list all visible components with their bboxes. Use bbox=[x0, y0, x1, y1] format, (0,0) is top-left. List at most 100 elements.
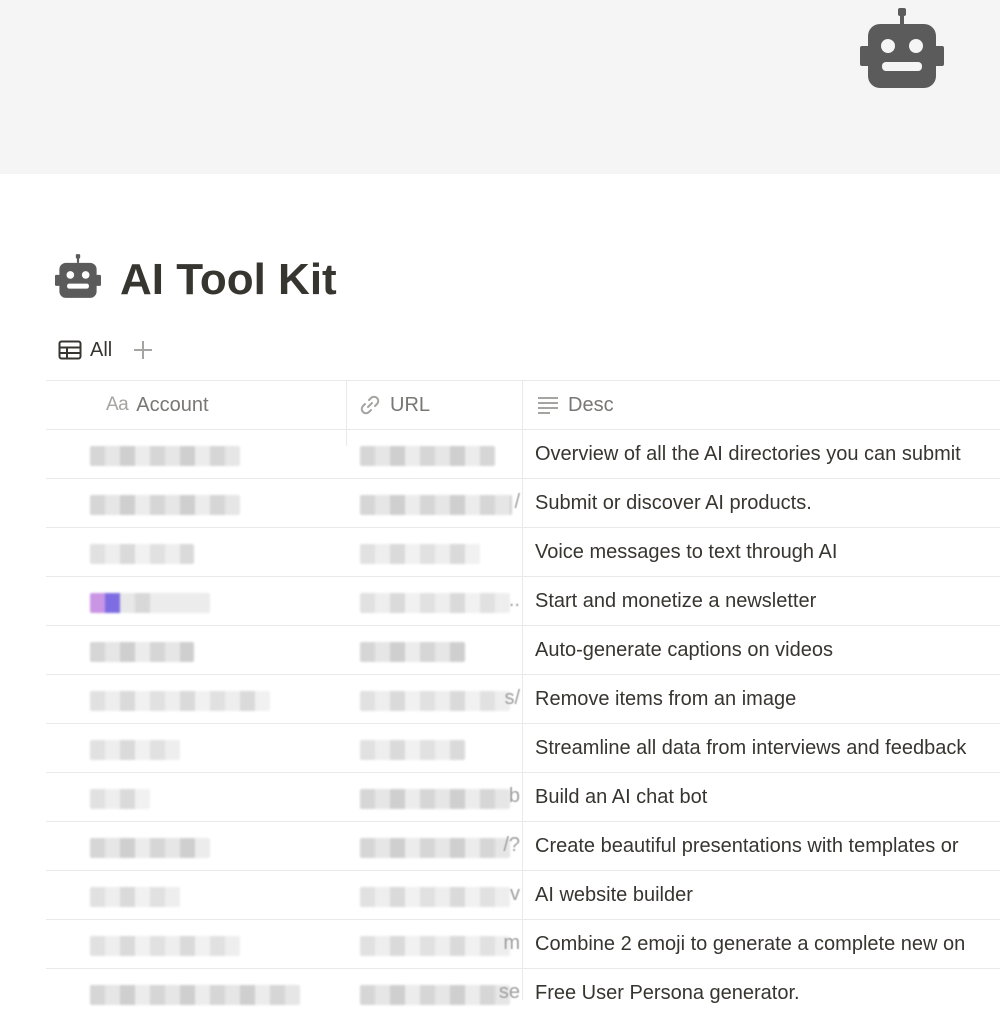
redacted-url bbox=[360, 544, 480, 564]
table-header: Aa Account URL Desc bbox=[46, 380, 1000, 430]
column-label: Account bbox=[136, 393, 209, 416]
robot-icon[interactable] bbox=[860, 6, 944, 90]
table-body: Overview of all the AI directories you c… bbox=[46, 430, 1000, 1017]
account-cell[interactable] bbox=[90, 593, 210, 613]
table-row[interactable]: /? Create beautiful presentations with t… bbox=[46, 822, 1000, 871]
desc-cell[interactable]: AI website builder bbox=[535, 871, 693, 919]
table-row[interactable]: Auto-generate captions on videos bbox=[46, 626, 1000, 675]
url-cell[interactable]: /? bbox=[360, 834, 520, 858]
table-row[interactable]: se Free User Persona generator. bbox=[46, 969, 1000, 1017]
table-row[interactable]: s/ Remove items from an image bbox=[46, 675, 1000, 724]
column-header-account[interactable]: Aa Account bbox=[106, 381, 209, 429]
page-title[interactable]: AI Tool Kit bbox=[120, 253, 337, 307]
redacted-account bbox=[90, 887, 180, 907]
table-icon bbox=[58, 340, 82, 360]
database-table: Aa Account URL Desc Overview of all the … bbox=[46, 380, 1000, 1017]
text-lines-icon bbox=[538, 397, 558, 414]
plus-icon[interactable] bbox=[132, 339, 154, 361]
url-overflow: b bbox=[508, 785, 520, 807]
url-overflow: m bbox=[503, 932, 520, 954]
account-cell[interactable] bbox=[90, 887, 180, 907]
account-cell[interactable] bbox=[90, 740, 180, 760]
redacted-url bbox=[360, 985, 510, 1005]
text-type-icon: Aa bbox=[106, 394, 129, 415]
page-cover[interactable] bbox=[0, 0, 1000, 174]
table-row[interactable]: Overview of all the AI directories you c… bbox=[46, 430, 1000, 479]
robot-icon[interactable] bbox=[55, 253, 101, 299]
account-cell[interactable] bbox=[90, 838, 210, 858]
url-cell[interactable] bbox=[360, 544, 520, 564]
column-label: URL bbox=[390, 393, 431, 416]
table-row[interactable]: / Submit or discover AI products. bbox=[46, 479, 1000, 528]
redacted-url bbox=[360, 936, 510, 956]
url-cell[interactable]: / bbox=[360, 491, 520, 515]
url-cell[interactable]: v bbox=[360, 883, 520, 907]
url-overflow: / bbox=[514, 491, 520, 513]
redacted-url bbox=[360, 691, 510, 711]
table-row[interactable]: v AI website builder bbox=[46, 871, 1000, 920]
table-row[interactable]: m Combine 2 emoji to generate a complete… bbox=[46, 920, 1000, 969]
redacted-url bbox=[360, 593, 510, 613]
account-cell[interactable] bbox=[90, 936, 240, 956]
url-cell[interactable]: b bbox=[360, 785, 520, 809]
table-row[interactable]: b Build an AI chat bot bbox=[46, 773, 1000, 822]
desc-cell[interactable]: Combine 2 emoji to generate a complete n… bbox=[535, 920, 965, 968]
redacted-account bbox=[90, 740, 180, 760]
redacted-account bbox=[90, 789, 150, 809]
desc-cell[interactable]: Create beautiful presentations with temp… bbox=[535, 822, 959, 870]
table-row[interactable]: Streamline all data from interviews and … bbox=[46, 724, 1000, 773]
url-cell[interactable] bbox=[360, 740, 520, 760]
desc-cell[interactable]: Voice messages to text through AI bbox=[535, 528, 837, 576]
url-cell[interactable] bbox=[360, 446, 520, 466]
url-cell[interactable]: .. bbox=[360, 589, 520, 613]
url-overflow: s/ bbox=[504, 687, 520, 709]
tab-all-label: All bbox=[90, 338, 113, 361]
redacted-url bbox=[360, 495, 512, 515]
column-header-desc[interactable]: Desc bbox=[536, 381, 614, 429]
url-cell[interactable]: s/ bbox=[360, 687, 520, 711]
desc-cell[interactable]: Start and monetize a newsletter bbox=[535, 577, 816, 625]
link-icon bbox=[360, 395, 380, 415]
table-row[interactable]: Voice messages to text through AI bbox=[46, 528, 1000, 577]
account-cell[interactable] bbox=[90, 446, 240, 466]
account-cell[interactable] bbox=[90, 544, 194, 564]
column-header-url[interactable]: URL bbox=[358, 381, 430, 429]
desc-cell[interactable]: Overview of all the AI directories you c… bbox=[535, 430, 961, 478]
account-cell[interactable] bbox=[90, 642, 194, 662]
tab-all[interactable]: All bbox=[58, 339, 112, 362]
redacted-url bbox=[360, 789, 510, 809]
table-row[interactable]: .. Start and monetize a newsletter bbox=[46, 577, 1000, 626]
url-overflow: se bbox=[498, 981, 520, 1003]
url-cell[interactable] bbox=[360, 642, 520, 662]
redacted-account bbox=[90, 642, 194, 662]
account-cell[interactable] bbox=[90, 691, 270, 711]
view-tabs: All bbox=[58, 335, 154, 365]
redacted-url bbox=[360, 446, 495, 466]
redacted-account bbox=[90, 838, 210, 858]
column-label: Desc bbox=[568, 393, 614, 416]
redacted-account bbox=[90, 446, 240, 466]
redacted-url bbox=[360, 838, 510, 858]
desc-cell[interactable]: Build an AI chat bot bbox=[535, 773, 707, 821]
desc-cell[interactable]: Free User Persona generator. bbox=[535, 969, 800, 1017]
redacted-account bbox=[90, 985, 300, 1005]
account-cell[interactable] bbox=[90, 495, 240, 515]
account-cell[interactable] bbox=[90, 789, 150, 809]
url-overflow: v bbox=[510, 883, 520, 905]
redacted-account bbox=[90, 936, 240, 956]
desc-cell[interactable]: Auto-generate captions on videos bbox=[535, 626, 833, 674]
url-cell[interactable]: m bbox=[360, 932, 520, 956]
account-cell[interactable] bbox=[90, 985, 300, 1005]
url-overflow: .. bbox=[508, 589, 520, 611]
desc-cell[interactable]: Streamline all data from interviews and … bbox=[535, 724, 966, 772]
desc-cell[interactable]: Remove items from an image bbox=[535, 675, 796, 723]
redacted-account bbox=[90, 495, 240, 515]
redacted-account bbox=[90, 593, 210, 613]
redacted-account bbox=[90, 691, 270, 711]
url-cell[interactable]: se bbox=[360, 981, 520, 1005]
redacted-url bbox=[360, 887, 510, 907]
url-overflow: /? bbox=[503, 834, 520, 856]
redacted-account bbox=[90, 544, 194, 564]
redacted-url bbox=[360, 642, 465, 662]
desc-cell[interactable]: Submit or discover AI products. bbox=[535, 479, 812, 527]
